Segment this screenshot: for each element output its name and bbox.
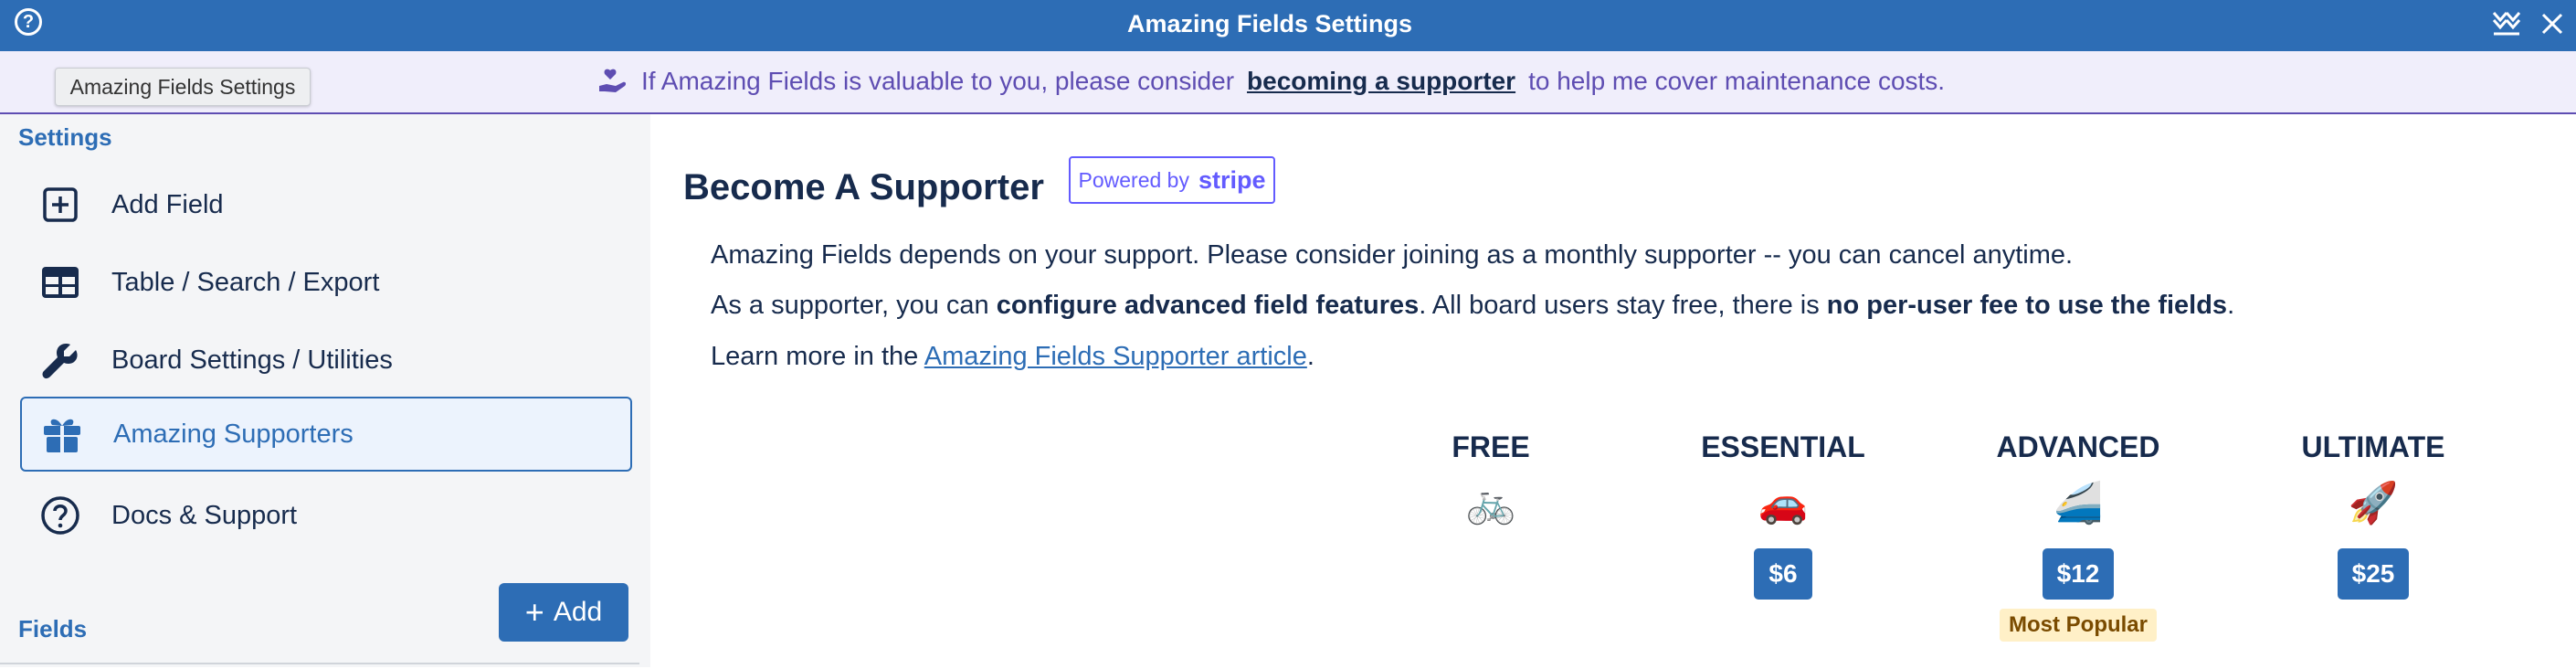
wrench-icon [38, 338, 82, 382]
p2-bold-features: configure advanced field features [996, 291, 1420, 320]
most-popular-badge: Most Popular [1999, 609, 2157, 642]
title-bar: ? Amazing Fields Settings [0, 0, 2576, 51]
supporter-article-link[interactable]: Amazing Fields Supporter article [924, 342, 1307, 371]
p2-text: . All board users stay free, there is [1419, 291, 1827, 320]
tooltip: Amazing Fields Settings [55, 68, 311, 106]
price-button-essential[interactable]: $6 [1754, 548, 1812, 600]
tier-ultimate: ULTIMATE 🚀 $25 [2282, 430, 2465, 600]
table-icon [38, 260, 82, 304]
sidebar-item-amazing-supporters[interactable]: Amazing Supporters [20, 397, 632, 472]
p2-text: As a supporter, you can [711, 291, 997, 320]
download-icon[interactable] [2490, 9, 2523, 38]
sidebar-item-table[interactable]: Table / Search / Export [20, 245, 632, 320]
page-title: Become A Supporter [683, 167, 1044, 207]
p3-text: Learn more in the [711, 342, 924, 371]
add-box-icon [38, 183, 82, 227]
sidebar-item-label: Table / Search / Export [111, 267, 380, 297]
sidebar-item-label: Docs & Support [111, 500, 298, 530]
learn-more-paragraph: Learn more in the Amazing Fields Support… [711, 342, 1314, 372]
question-icon [38, 494, 82, 537]
p2-text: . [2227, 291, 2235, 320]
train-icon: 🚄 [2053, 481, 2104, 526]
add-field-button[interactable]: + Add [499, 583, 628, 642]
tier-advanced: ADVANCED 🚄 $12 Most Popular [1987, 430, 2170, 642]
tier-name: ULTIMATE [2301, 430, 2445, 463]
sidebar-item-docs-support[interactable]: Docs & Support [20, 478, 632, 553]
powered-by-text: Powered by [1078, 167, 1189, 192]
sidebar-divider [0, 663, 639, 669]
price-button-advanced[interactable]: $12 [2042, 548, 2115, 600]
sidebar-item-label: Board Settings / Utilities [111, 345, 393, 375]
fields-section-label: Fields [18, 615, 88, 642]
tier-essential: ESSENTIAL 🚗 $6 [1692, 430, 1874, 600]
gift-icon [40, 412, 84, 456]
p2-bold-fee: no per-user fee to use the fields [1826, 291, 2228, 320]
banner-suffix: to help me cover maintenance costs. [1528, 67, 1946, 95]
stripe-badge[interactable]: Powered by stripe [1069, 156, 1275, 204]
car-icon: 🚗 [1758, 481, 1809, 526]
hand-heart-icon [599, 69, 627, 92]
banner-text: If Amazing Fields is valuable to you, pl… [641, 67, 1235, 95]
plus-icon: + [524, 593, 544, 631]
rocket-icon: 🚀 [2348, 481, 2399, 526]
price-button-ultimate[interactable]: $25 [2337, 548, 2410, 600]
becoming-supporter-link[interactable]: becoming a supporter [1247, 67, 1515, 96]
stripe-logo: stripe [1198, 165, 1266, 194]
sidebar-item-add-field[interactable]: Add Field [20, 167, 632, 242]
settings-section-label: Settings [18, 123, 112, 151]
tier-name: ESSENTIAL [1701, 430, 1865, 463]
supporter-banner: If Amazing Fields is valuable to you, pl… [0, 51, 2576, 114]
tier-name: ADVANCED [1996, 430, 2160, 463]
sidebar-item-board-settings[interactable]: Board Settings / Utilities [20, 323, 632, 398]
intro-paragraph: Amazing Fields depends on your support. … [711, 240, 2074, 270]
tier-name: FREE [1452, 430, 1530, 463]
p3-text: . [1306, 342, 1314, 371]
sidebar-item-label: Add Field [111, 189, 224, 219]
close-icon[interactable] [2538, 9, 2567, 38]
features-paragraph: As a supporter, you can configure advanc… [711, 291, 2234, 321]
tier-free: FREE 🚲 [1399, 430, 1582, 530]
main-content: Become A Supporter Powered by stripe Ama… [650, 114, 2576, 667]
window-title: Amazing Fields Settings [1126, 9, 1413, 37]
sidebar-item-label: Amazing Supporters [113, 419, 354, 449]
add-button-label: Add [553, 597, 603, 627]
bicycle-icon: 🚲 [1465, 481, 1516, 526]
